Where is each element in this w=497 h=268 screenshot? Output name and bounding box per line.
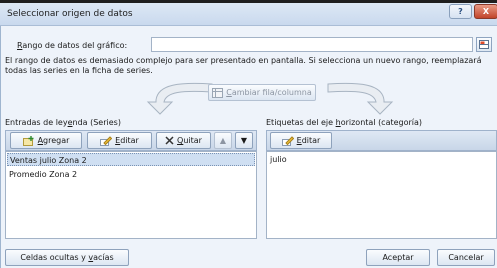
series-list-item[interactable]: Ventas julio Zona 2 (7, 153, 255, 166)
switch-row-column-icon (212, 87, 224, 98)
remove-series-button[interactable]: Quitar (156, 132, 211, 149)
add-series-button[interactable]: Agregar (10, 132, 82, 149)
series-section-label: Entradas de leyenda (Series) (5, 118, 121, 127)
up-arrow-icon: ▲ (219, 136, 227, 145)
warning-message-line-2: todas las series en la ficha de series. (5, 66, 153, 75)
edit-pencil-icon (281, 135, 294, 146)
dialog-title: Seleccionar origen de datos (7, 9, 133, 19)
category-list-item[interactable]: julio (268, 153, 495, 166)
down-arrow-icon: ▼ (240, 136, 248, 145)
cancel-button[interactable]: Cancelar (437, 249, 495, 266)
range-input[interactable] (151, 37, 473, 52)
ok-button[interactable]: Aceptar (366, 249, 430, 266)
right-curved-arrow-icon (327, 82, 394, 115)
close-icon: X (482, 7, 490, 16)
collapse-dialog-button[interactable] (476, 37, 492, 52)
category-list: julio (266, 151, 497, 239)
edit-pencil-icon (100, 135, 113, 146)
category-section-label: Etiquetas del eje horizontal (categoría) (266, 118, 423, 127)
hidden-empty-cells-button[interactable]: Celdas ocultas y vacías (5, 249, 129, 266)
series-list-item[interactable]: Promedio Zona 2 (7, 168, 255, 181)
move-up-button[interactable]: ▲ (214, 132, 232, 149)
edit-series-button[interactable]: Editar (87, 132, 152, 149)
switch-row-column-button[interactable]: Cambiar fila/columna (208, 84, 316, 101)
edit-category-button[interactable]: Editar (270, 132, 332, 149)
range-label: Rango de datos del gráfico: (17, 41, 128, 50)
help-icon: ? (458, 7, 463, 16)
close-button[interactable]: X (474, 4, 497, 19)
help-button[interactable]: ? (449, 4, 472, 19)
range-select-icon (479, 40, 489, 49)
series-list: Ventas julio Zona 2 Promedio Zona 2 (5, 151, 257, 239)
move-down-button[interactable]: ▼ (235, 132, 253, 149)
add-icon (22, 135, 34, 146)
warning-message-line-1: El rango de datos es demasiado complejo … (5, 56, 482, 65)
remove-x-icon (165, 136, 174, 145)
